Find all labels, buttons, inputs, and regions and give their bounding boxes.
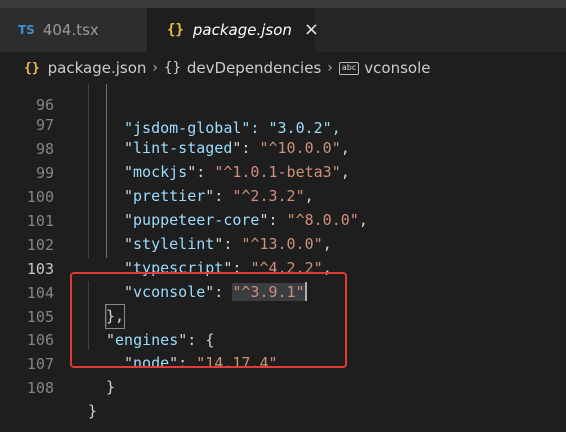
- typescript-file-icon: TS: [18, 23, 35, 37]
- breadcrumb-item-vconsole[interactable]: vconsole: [364, 59, 430, 77]
- json-file-icon: {}: [167, 22, 184, 38]
- close-icon[interactable]: ×: [304, 21, 319, 39]
- code-line: 99 "prettier": "^2.3.2",: [0, 139, 566, 205]
- tab-bar: TS 404.tsx {} package.json ×: [0, 0, 566, 52]
- tab-404-tsx[interactable]: TS 404.tsx: [0, 8, 147, 52]
- code-line: 98 "mockjs": "^1.0.1-beta3",: [0, 115, 566, 181]
- editor-window: TS 404.tsx {} package.json × {} package.…: [0, 0, 566, 432]
- breadcrumb-item-package-json[interactable]: package.json: [48, 59, 147, 77]
- chevron-right-icon: ›: [152, 60, 159, 76]
- vertical-scrollbar[interactable]: [552, 84, 566, 432]
- object-icon: {}: [164, 60, 181, 76]
- line-number: 108: [26, 379, 54, 397]
- tab-label: 404.tsx: [42, 21, 99, 39]
- code-line: 102 "typescript": "^4.2.2",: [0, 211, 566, 277]
- code-line: 97 "lint-staged": "^10.0.0",: [0, 91, 566, 157]
- breadcrumb: {} package.json › {} devDependencies › a…: [0, 52, 566, 84]
- title-strip: [0, 0, 566, 8]
- code-editor[interactable]: 96 "jsdom-global": "3.0.2", 97 "lint-sta…: [0, 84, 566, 432]
- code-line-current: 103 "vconsole": "^3.9.1": [0, 235, 566, 301]
- breadcrumb-item-devdependencies[interactable]: devDependencies: [187, 59, 321, 77]
- code-line: 101 "stylelint": "^13.0.0",: [0, 187, 566, 253]
- tab-package-json[interactable]: {} package.json ×: [147, 8, 319, 52]
- string-icon: abc: [338, 61, 360, 75]
- code-text: }: [88, 402, 98, 420]
- tab-label: package.json: [192, 21, 292, 39]
- code-line: 100 "puppeteer-core": "^8.0.0",: [0, 163, 566, 229]
- json-file-icon: {}: [24, 60, 40, 76]
- chevron-right-icon: ›: [327, 60, 333, 76]
- annotation-highlight-box: [70, 272, 347, 368]
- code-text: }: [106, 378, 116, 396]
